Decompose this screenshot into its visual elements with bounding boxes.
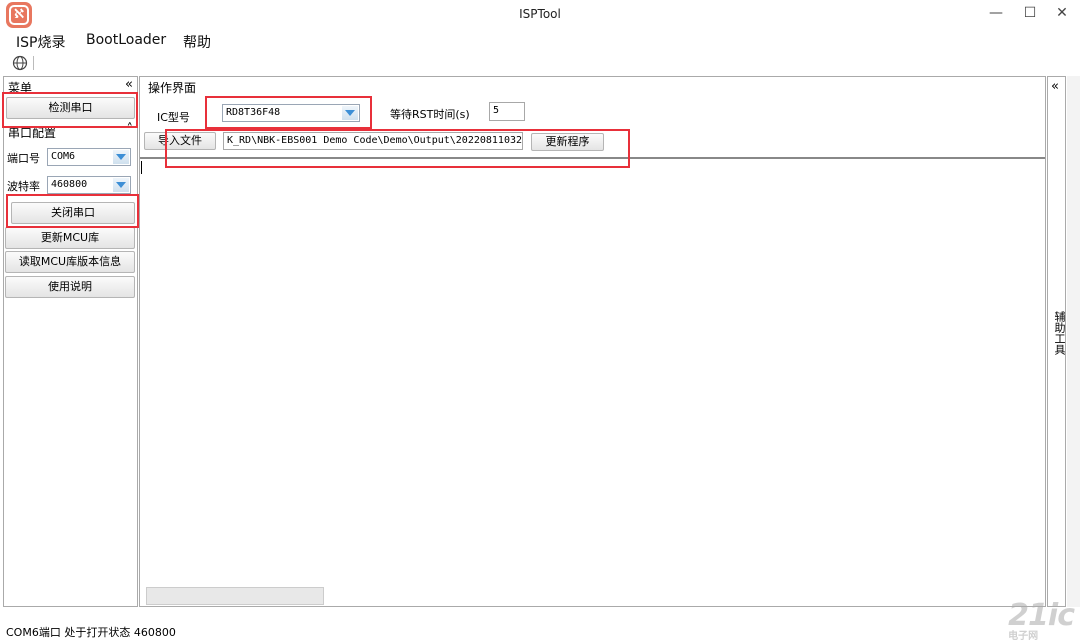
- log-output[interactable]: [140, 157, 1045, 605]
- menu-bar: ISP烧录 BootLoader 帮助: [0, 28, 1080, 54]
- right-panel: « 辅助工具: [1047, 76, 1066, 607]
- toolbar-separator: [33, 56, 34, 70]
- close-button[interactable]: ✕: [1050, 2, 1074, 24]
- port-label: 端口号: [7, 152, 40, 165]
- file-path-field[interactable]: K_RD\NBK-EBS001 Demo Code\Demo\Output\20…: [223, 132, 523, 150]
- serial-config-header: 串口配置 ˄: [4, 122, 137, 140]
- collapse-left-icon[interactable]: «: [125, 77, 133, 92]
- update-mcu-lib-button[interactable]: 更新MCU库: [5, 227, 135, 249]
- port-select[interactable]: COM6: [47, 148, 131, 166]
- minimize-button[interactable]: —: [984, 2, 1008, 24]
- collapse-right-icon[interactable]: «: [1051, 79, 1059, 94]
- menu-isp[interactable]: ISP烧录: [16, 32, 65, 52]
- menu-panel-header: 菜单 «: [4, 77, 137, 95]
- baud-select[interactable]: 460800: [47, 176, 131, 194]
- chevron-down-icon[interactable]: [113, 178, 129, 192]
- usage-button[interactable]: 使用说明: [5, 276, 135, 298]
- main-panel-title: 操作界面: [148, 81, 197, 95]
- watermark-logo: 21ic 电子网: [1008, 598, 1075, 642]
- globe-icon[interactable]: [12, 55, 28, 71]
- left-panel: 菜单 « 检测串口 串口配置 ˄ 端口号 COM6 波特率 460800 关闭串…: [3, 76, 138, 607]
- read-mcu-lib-button[interactable]: 读取MCU库版本信息: [5, 251, 135, 273]
- title-bar: ℵ ISPTool — ☐ ✕: [0, 0, 1080, 28]
- ic-select[interactable]: RD8T36F48: [222, 104, 360, 122]
- text-caret: [141, 161, 142, 174]
- baud-label: 波特率: [7, 180, 40, 193]
- status-bar: COM6端口 处于打开状态 460800: [0, 621, 1080, 642]
- serial-config-title: 串口配置: [8, 126, 57, 140]
- window-title: ISPTool: [519, 7, 561, 21]
- close-port-button[interactable]: 关闭串口: [11, 202, 135, 224]
- chevron-down-icon[interactable]: [113, 150, 129, 164]
- vertical-scrollbar[interactable]: [1067, 76, 1080, 607]
- toolbar: [0, 54, 1080, 74]
- menu-panel-title: 菜单: [8, 81, 33, 95]
- menu-bootloader[interactable]: BootLoader: [86, 32, 166, 48]
- baud-value: 460800: [51, 179, 88, 190]
- menu-help[interactable]: 帮助: [183, 32, 211, 52]
- horizontal-scrollbar[interactable]: [146, 587, 324, 605]
- main-panel: 操作界面 IC型号 RD8T36F48 等待RST时间(s) 5 导入文件 K_…: [139, 76, 1046, 607]
- ic-value: RD8T36F48: [226, 107, 281, 118]
- serial-config-toggle-icon[interactable]: ˄: [127, 122, 134, 137]
- ic-label: IC型号: [157, 111, 190, 124]
- tools-tab[interactable]: 辅助工具: [1051, 311, 1067, 355]
- import-file-button[interactable]: 导入文件: [144, 132, 216, 150]
- chevron-down-icon[interactable]: [342, 106, 358, 120]
- wait-rst-label: 等待RST时间(s): [390, 108, 470, 121]
- wait-rst-input[interactable]: 5: [489, 102, 525, 121]
- update-program-button[interactable]: 更新程序: [531, 133, 604, 151]
- port-value: COM6: [51, 151, 76, 162]
- maximize-button[interactable]: ☐: [1018, 2, 1042, 24]
- detect-port-button[interactable]: 检测串口: [6, 97, 135, 119]
- status-text: COM6端口 处于打开状态 460800: [6, 626, 176, 639]
